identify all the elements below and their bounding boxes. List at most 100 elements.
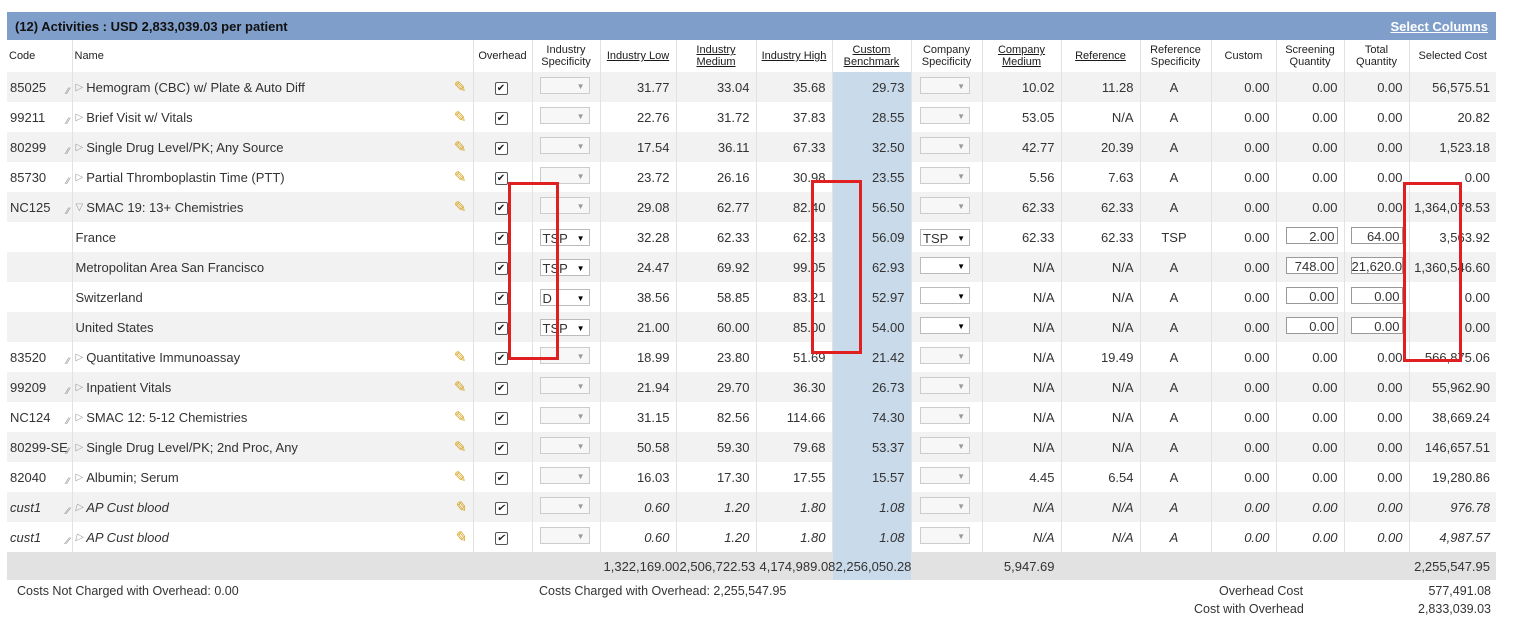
industry-specificity-select[interactable]: ▼ [539, 467, 590, 484]
edit-pencil-icon[interactable]: ✎ [454, 380, 467, 395]
company-specificity-select[interactable]: ▼ [920, 407, 970, 424]
screening-quantity-input[interactable]: 2.00 [1285, 227, 1338, 244]
expand-icon[interactable]: ▷ [76, 380, 84, 395]
company-specificity-cell: ▼ [910, 282, 982, 312]
resize-icon[interactable]: ⁄⁄ [66, 86, 69, 96]
overhead-checkbox[interactable]: ✔ [494, 262, 508, 275]
column-header-industry-high[interactable]: Industry High [755, 40, 832, 72]
industry-low-cell: 31.77 [599, 72, 676, 102]
industry-specificity-select[interactable]: ▼ [539, 137, 590, 154]
industry-specificity-select[interactable]: ▼ [539, 497, 590, 514]
edit-pencil-icon[interactable]: ✎ [454, 170, 467, 185]
resize-icon[interactable]: ⁄⁄ [66, 536, 69, 546]
expand-icon[interactable]: ▷ [76, 350, 84, 365]
overhead-checkbox[interactable]: ✔ [494, 382, 508, 395]
industry-specificity-select[interactable]: ▼ [539, 437, 590, 454]
company-specificity-select[interactable]: ▼ [920, 77, 970, 94]
overhead-checkbox[interactable]: ✔ [494, 112, 508, 125]
column-header-industry-medium[interactable]: Industry Medium [675, 40, 756, 72]
total-quantity-input[interactable]: 0.00 [1350, 317, 1403, 334]
overhead-checkbox[interactable]: ✔ [494, 472, 508, 485]
collapse-icon[interactable]: ▽ [76, 200, 84, 215]
industry-specificity-select[interactable]: ▼ [539, 107, 590, 124]
resize-icon[interactable]: ⁄⁄ [66, 386, 69, 396]
edit-pencil-icon[interactable]: ✎ [454, 410, 467, 425]
industry-specificity-select[interactable]: ▼ [539, 407, 590, 424]
company-specificity-select[interactable]: ▼ [920, 257, 970, 274]
edit-pencil-icon[interactable]: ✎ [454, 200, 467, 215]
company-specificity-select[interactable]: ▼ [920, 377, 970, 394]
company-specificity-select[interactable]: ▼ [920, 167, 970, 184]
company-specificity-select[interactable]: ▼ [920, 527, 970, 544]
overhead-checkbox[interactable]: ✔ [494, 82, 508, 95]
resize-icon[interactable]: ⁄⁄ [66, 116, 69, 126]
edit-pencil-icon[interactable]: ✎ [454, 440, 467, 455]
edit-pencil-icon[interactable]: ✎ [454, 110, 467, 125]
resize-icon[interactable]: ⁄⁄ [66, 146, 69, 156]
edit-pencil-icon[interactable]: ✎ [454, 530, 467, 545]
expand-icon[interactable]: ▷ [76, 440, 84, 455]
company-specificity-select[interactable]: ▼ [920, 497, 970, 514]
overhead-checkbox[interactable]: ✔ [494, 412, 508, 425]
screening-quantity-input[interactable]: 0.00 [1285, 317, 1338, 334]
industry-specificity-select[interactable]: ▼ [539, 77, 590, 94]
expand-icon[interactable]: ▷ [76, 110, 84, 125]
resize-icon[interactable]: ⁄⁄ [66, 356, 69, 366]
expand-icon[interactable]: ▷ [76, 530, 84, 545]
overhead-checkbox[interactable]: ✔ [494, 442, 508, 455]
overhead-checkbox[interactable]: ✔ [494, 502, 508, 515]
expand-icon[interactable]: ▷ [76, 500, 84, 515]
resize-icon[interactable]: ⁄⁄ [66, 506, 69, 516]
resize-icon[interactable]: ⁄⁄ [66, 476, 69, 486]
expand-icon[interactable]: ▷ [76, 410, 84, 425]
company-specificity-select[interactable]: ▼ [920, 137, 970, 154]
screening-quantity-input[interactable]: 748.00 [1285, 257, 1338, 274]
resize-icon[interactable]: ⁄⁄ [66, 206, 69, 216]
screening-quantity-input[interactable]: 0.00 [1285, 287, 1338, 304]
expand-icon[interactable]: ▷ [76, 170, 84, 185]
total-quantity-input[interactable]: 64.00 [1350, 227, 1403, 244]
code-cell: 85025 ⁄⁄ [7, 72, 72, 102]
edit-pencil-icon[interactable]: ✎ [454, 350, 467, 365]
total-cell: 2,506,722.53 [675, 552, 756, 580]
overhead-checkbox[interactable]: ✔ [494, 292, 508, 305]
total-quantity-input[interactable]: 0.00 [1350, 287, 1403, 304]
company-specificity-select[interactable]: ▼ [920, 467, 970, 484]
expand-icon[interactable]: ▷ [76, 470, 84, 485]
overhead-cell: ✔ [472, 492, 532, 522]
resize-icon[interactable]: ⁄⁄ [66, 446, 69, 456]
company-specificity-select[interactable]: ▼ [920, 317, 970, 334]
edit-pencil-icon[interactable]: ✎ [454, 470, 467, 485]
overhead-checkbox[interactable]: ✔ [494, 532, 508, 545]
industry-specificity-select[interactable]: ▼ [539, 527, 590, 544]
expand-icon[interactable]: ▷ [76, 80, 84, 95]
company-specificity-select[interactable]: ▼ [920, 197, 970, 214]
edit-pencil-icon[interactable]: ✎ [454, 140, 467, 155]
total-quantity-input[interactable]: 21,620.0 [1350, 257, 1403, 274]
industry-specificity-select[interactable]: ▼ [539, 377, 590, 394]
column-header-industry-low[interactable]: Industry Low [599, 40, 676, 72]
overhead-checkbox[interactable]: ✔ [494, 172, 508, 185]
company-specificity-select[interactable]: ▼ [920, 287, 970, 304]
industry-medium-cell: 82.56 [675, 402, 756, 432]
company-specificity-select[interactable]: ▼ [920, 107, 970, 124]
select-columns-link[interactable]: Select Columns [1390, 19, 1488, 34]
overhead-checkbox[interactable]: ✔ [494, 232, 508, 245]
company-specificity-select[interactable]: TSP ▼ [920, 228, 970, 246]
edit-pencil-icon[interactable]: ✎ [454, 80, 467, 95]
expand-icon[interactable]: ▷ [76, 140, 84, 155]
resize-icon[interactable]: ⁄⁄ [66, 416, 69, 426]
activities-panel: (12) Activities : USD 2,833,039.03 per p… [7, 12, 1496, 620]
column-header-reference[interactable]: Reference [1060, 40, 1140, 72]
resize-icon[interactable]: ⁄⁄ [66, 176, 69, 186]
column-header-company-medium[interactable]: Company Medium [981, 40, 1061, 72]
overhead-checkbox[interactable]: ✔ [494, 352, 508, 365]
edit-pencil-icon[interactable]: ✎ [454, 500, 467, 515]
company-specificity-select[interactable]: ▼ [920, 347, 970, 364]
column-header-custom-benchmark[interactable]: Custom Benchmark [831, 40, 911, 72]
company-specificity-select[interactable]: ▼ [920, 437, 970, 454]
overhead-checkbox[interactable]: ✔ [494, 322, 508, 335]
dropdown-arrow-icon: ▼ [957, 202, 965, 211]
overhead-checkbox[interactable]: ✔ [494, 202, 508, 215]
overhead-checkbox[interactable]: ✔ [494, 142, 508, 155]
